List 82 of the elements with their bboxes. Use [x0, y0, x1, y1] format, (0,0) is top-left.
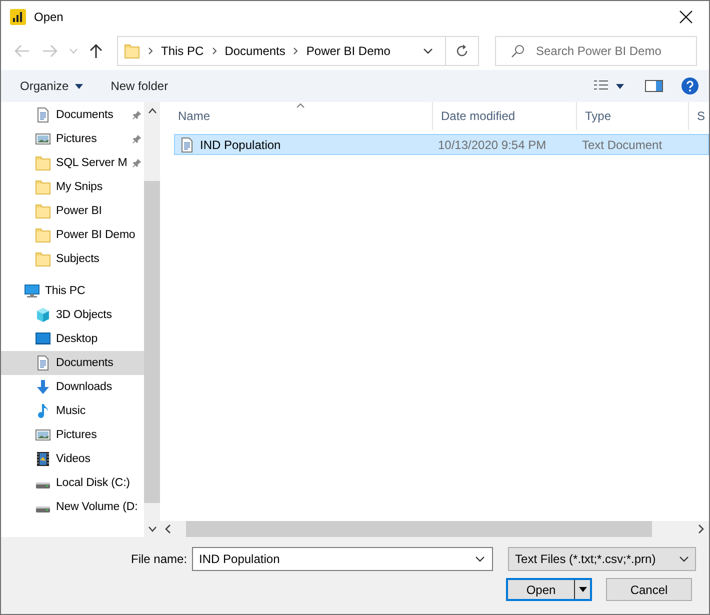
music-note-icon	[35, 403, 51, 419]
scroll-up-icon[interactable]	[148, 108, 157, 114]
nav-item[interactable]: Subjects	[1, 247, 144, 271]
picture-icon	[35, 427, 51, 443]
drive-icon	[35, 506, 51, 513]
file-name-field[interactable]: IND Population	[192, 547, 494, 571]
column-header[interactable]: Name	[170, 102, 433, 130]
search-field[interactable]: Search Power BI Demo	[495, 36, 697, 66]
column-header[interactable]: Type	[577, 102, 689, 130]
address-bar[interactable]: This PC Documents Power BI Demo	[117, 36, 479, 66]
folder-icon	[35, 227, 51, 243]
pin-icon	[132, 158, 142, 168]
nav-item[interactable]: My Snips	[1, 175, 144, 199]
breadcrumb[interactable]: Documents	[224, 42, 286, 60]
search-icon	[511, 44, 525, 58]
up-arrow-icon	[89, 43, 103, 59]
nav-item[interactable]: Local Disk (C:)	[1, 471, 144, 495]
picture-icon	[35, 131, 51, 147]
column-header[interactable]: Date modified	[433, 102, 577, 130]
nav-item[interactable]: Music	[1, 399, 144, 423]
file-type-dropdown[interactable]: Text Files (*.txt;*.csv;*.prn)	[508, 547, 696, 571]
folder-icon	[124, 43, 140, 59]
desktop-icon	[35, 331, 51, 347]
help-icon[interactable]	[681, 77, 699, 95]
file-name: IND Population	[200, 138, 281, 152]
file-type: Text Document	[581, 138, 662, 152]
file-row[interactable]: IND Population 10/13/2020 9:54 PM Text Document	[174, 134, 709, 155]
drive-icon	[35, 482, 51, 489]
close-icon	[679, 10, 693, 24]
computer-icon	[24, 283, 40, 299]
chevron-icon	[68, 48, 78, 54]
nav-item[interactable]: New Volume (D:	[1, 495, 144, 519]
nav-item[interactable]: Downloads	[1, 375, 144, 399]
bar-chart-logo-icon	[10, 8, 26, 24]
nav-item[interactable]: Desktop	[1, 327, 144, 351]
vertical-scrollbar[interactable]	[144, 102, 160, 537]
nav-item[interactable]: Power BI Demo	[1, 223, 144, 247]
pin-icon	[132, 110, 142, 120]
nav-item[interactable]: Documents	[1, 351, 144, 375]
folder-icon	[35, 155, 51, 171]
breadcrumb[interactable]: This PC	[161, 42, 204, 60]
folder-icon	[35, 179, 51, 195]
window-title: Open	[34, 10, 64, 24]
column-header[interactable]: S	[689, 102, 709, 130]
nav-item[interactable]: 3D Objects	[1, 303, 144, 327]
refresh-icon[interactable]	[455, 44, 469, 58]
document-icon	[179, 136, 195, 152]
caret-icon	[578, 587, 586, 592]
nav-item[interactable]: Pictures	[1, 423, 144, 447]
forward-arrow-icon	[42, 44, 58, 58]
dropdown-chevron-icon	[679, 556, 690, 562]
file-name-label: File name:	[131, 552, 188, 566]
cancel-button[interactable]: Cancel	[606, 578, 692, 601]
pin-icon	[132, 134, 142, 144]
scroll-down-icon[interactable]	[148, 526, 157, 532]
open-button[interactable]: Open	[506, 578, 592, 601]
new-folder-button[interactable]: New folder	[110, 76, 168, 96]
dropdown-chevron-icon	[423, 48, 433, 54]
film-icon	[35, 451, 51, 467]
nav-item[interactable]: Power BI	[1, 199, 144, 223]
download-arrow-icon	[35, 379, 51, 395]
document-icon	[35, 107, 51, 123]
back-arrow-icon	[14, 44, 30, 58]
folder-icon	[35, 251, 51, 267]
cube-icon	[35, 307, 51, 323]
chevron-icon	[293, 47, 298, 55]
dropdown-chevron-icon	[475, 556, 486, 562]
document-icon	[35, 355, 51, 371]
file-date: 10/13/2020 9:54 PM	[437, 138, 548, 152]
horizontal-scrollbar[interactable]	[160, 521, 709, 537]
nav-item[interactable]: Pictures	[1, 127, 144, 151]
folder-icon	[35, 203, 51, 219]
chevron-icon	[212, 47, 217, 55]
nav-item[interactable]: SQL Server M	[1, 151, 144, 175]
caret-icon	[74, 84, 83, 88]
nav-item[interactable]: This PC	[1, 279, 144, 303]
preview-pane-icon[interactable]	[645, 79, 663, 93]
nav-item[interactable]: Videos	[1, 447, 144, 471]
nav-item[interactable]: Documents	[1, 103, 144, 127]
organize-menu-button[interactable]: Organize	[20, 76, 83, 96]
chevron-icon	[148, 47, 153, 55]
breadcrumb[interactable]: Power BI Demo	[306, 42, 390, 60]
